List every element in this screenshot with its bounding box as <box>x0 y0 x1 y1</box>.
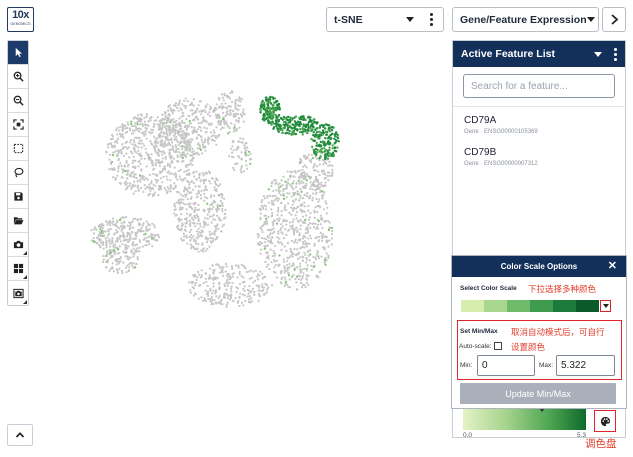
close-icon[interactable]: ✕ <box>608 259 617 273</box>
fit-view-icon <box>12 119 24 130</box>
minmax-annotation-line2: 设置颜色 <box>511 342 546 352</box>
feature-item-cd79b[interactable]: CD79B Gene · ENSG00000007312 <box>464 147 614 167</box>
10x-genomics-logo: 10x GENOMICS <box>7 7 34 32</box>
chevron-right-icon <box>610 14 618 25</box>
feature-item-cd79a[interactable]: CD79A Gene · ENSG00000105369 <box>464 115 614 135</box>
rectangle-select-button[interactable] <box>8 137 28 161</box>
camera-icon <box>13 240 23 249</box>
kebab-menu-icon[interactable] <box>424 13 438 26</box>
pointer-arrow-icon <box>15 47 22 58</box>
caret-down-icon[interactable] <box>594 51 602 57</box>
feature-id: Gene · ENSG00000007312 <box>464 161 538 167</box>
collapse-panel-button[interactable] <box>7 424 33 446</box>
divider <box>453 106 625 107</box>
zoom-in-icon <box>13 71 24 82</box>
floppy-disk-icon <box>13 192 23 201</box>
minmax-annotation-line1: 取消自动模式后，可自行 <box>511 327 605 337</box>
kebab-menu-icon[interactable] <box>614 47 617 61</box>
legend-min-tick: 0.0 <box>463 432 473 439</box>
auto-scale-label: Auto-scale: <box>459 342 492 350</box>
tsne-scatter-plot[interactable] <box>80 80 360 325</box>
camera-button[interactable] <box>8 233 28 257</box>
palette-button[interactable] <box>597 413 614 430</box>
palette-icon <box>600 416 611 427</box>
min-input[interactable]: 0 <box>477 355 535 376</box>
color-scale-swatches[interactable] <box>461 300 599 312</box>
max-input[interactable]: 5.322 <box>556 355 615 376</box>
left-toolbar <box>7 40 29 306</box>
color-scale-dropdown[interactable] <box>600 300 611 312</box>
logo-text: 10x <box>12 9 29 21</box>
chevron-up-icon <box>15 432 25 438</box>
grid-layout-icon <box>13 263 23 274</box>
mode-dropdown[interactable]: Gene/Feature Expression <box>452 7 599 32</box>
zoom-out-button[interactable] <box>8 89 28 113</box>
min-label: Min: <box>460 362 473 369</box>
logo-subtext: GENOMICS <box>10 22 31 26</box>
set-minmax-label: Set Min/Max <box>460 328 498 335</box>
folder-open-icon <box>13 217 23 225</box>
palette-annotation: 调色盘 <box>585 438 617 450</box>
lasso-icon <box>13 167 23 178</box>
dropdown-annotation: 下拉选择多种颜色 <box>528 284 597 294</box>
update-minmax-button[interactable]: Update Min/Max <box>460 383 616 404</box>
next-button[interactable] <box>602 7 626 32</box>
feature-name: CD79A <box>464 115 497 126</box>
projection-dropdown[interactable]: t-SNE <box>326 7 444 32</box>
layout-grid-button[interactable] <box>8 257 28 281</box>
color-scale-header: Color Scale Options ✕ <box>452 256 626 277</box>
feature-panel-title: Active Feature List <box>461 48 555 60</box>
color-swatch[interactable] <box>507 300 530 312</box>
color-swatch[interactable] <box>576 300 599 312</box>
color-swatch[interactable] <box>553 300 576 312</box>
submenu-corner-indicator <box>23 251 27 255</box>
select-color-scale-label: Select Color Scale <box>460 285 517 292</box>
caret-down-icon <box>586 17 595 22</box>
dashed-rectangle-icon <box>13 143 23 154</box>
zoom-in-button[interactable] <box>8 65 28 89</box>
max-label: Max: <box>539 362 554 369</box>
save-button[interactable] <box>8 185 28 209</box>
feature-name: CD79B <box>464 147 497 158</box>
submenu-corner-indicator <box>23 300 27 304</box>
color-swatch[interactable] <box>461 300 484 312</box>
caret-down-icon <box>602 304 609 308</box>
mode-dropdown-label: Gene/Feature Expression <box>460 13 587 26</box>
screenshot-camera-icon <box>12 288 24 298</box>
auto-scale-checkbox[interactable] <box>493 342 502 350</box>
screenshot-button[interactable] <box>8 281 28 305</box>
open-folder-button[interactable] <box>8 209 28 233</box>
color-scale-title: Color Scale Options <box>500 262 578 271</box>
feature-search-input[interactable] <box>463 74 615 98</box>
zoom-out-icon <box>13 95 24 106</box>
color-scale-popup: Color Scale Options ✕ Select Color Scale… <box>451 255 627 409</box>
fit-view-button[interactable] <box>8 113 28 137</box>
caret-down-icon <box>406 17 414 22</box>
projection-dropdown-label: t-SNE <box>334 13 363 26</box>
feature-panel-header: Active Feature List <box>453 41 625 67</box>
feature-id: Gene · ENSG00000105369 <box>464 129 538 135</box>
submenu-corner-indicator <box>23 275 27 279</box>
select-tool-button[interactable] <box>8 41 28 65</box>
auto-scale-row: Auto-scale: <box>459 342 502 350</box>
color-swatch[interactable] <box>484 300 507 312</box>
lasso-select-button[interactable] <box>8 161 28 185</box>
color-swatch[interactable] <box>530 300 553 312</box>
color-legend-gradient <box>463 408 586 430</box>
app-root: { "logo": { "line1": "10x", "line2": "GE… <box>0 0 633 457</box>
